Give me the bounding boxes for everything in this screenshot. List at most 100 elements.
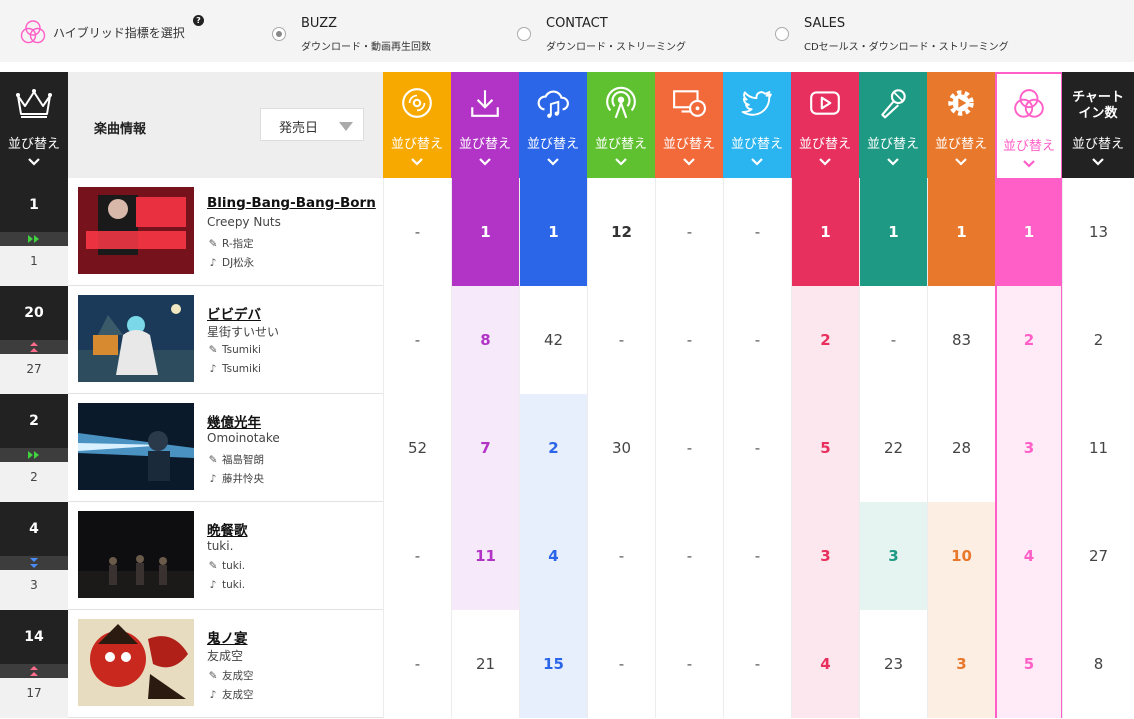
song-title-link[interactable]: 鬼ノ宴 [207,627,248,647]
rank-sort-header[interactable]: 並び替え [0,72,68,178]
radio-contact[interactable] [517,27,531,41]
artist-name: tuki. [207,539,234,553]
music-note-icon: ♪ [209,473,217,485]
chart-in-count-cell: 13 [1062,178,1134,286]
chart-in-count-cell: 11 [1062,394,1134,502]
rank-cell-download: 11 [451,502,519,610]
microphone-icon [859,86,927,122]
rank-cell-radio: 12 [587,178,655,286]
column-header-hybrid[interactable]: 並び替え [995,72,1063,178]
chart-in-count-header[interactable]: チャート イン数 並び替え [1062,72,1134,178]
rank-cell-tv-disc: - [655,610,723,718]
rank-cell-hybrid: 2 [995,286,1063,394]
rank-box: 20 27 [0,286,68,394]
lyricist-credit: ✎ 福島智朗 [207,452,264,467]
option-buzz[interactable]: BUZZ ダウンロード・動画再生回数 [272,14,472,54]
release-date-select[interactable]: 発売日 [260,108,364,141]
column-header-gear-play[interactable]: 並び替え [927,72,995,178]
rank-box: 43 [0,502,68,610]
column-header-play-video[interactable]: 並び替え [791,72,859,178]
previous-rank: 2 [30,470,38,484]
hybrid-selector-bar: ハイブリッド指標を選択 ? BUZZ ダウンロード・動画再生回数 CONTACT… [0,0,1134,62]
rank-cell-play-video: 3 [791,502,859,610]
composer-name: 藤井怜央 [222,473,264,485]
rank-cell-gear-play: 3 [927,610,995,718]
option-contact[interactable]: CONTACT ダウンロード・ストリーミング [517,14,737,54]
chevron-down-icon [1092,158,1104,166]
rank-cell-download: 7 [451,394,519,502]
composer-name: Tsumiki [222,363,261,375]
video-thumbnail[interactable] [78,295,194,382]
song-title-link[interactable]: 晩餐歌 [207,519,248,539]
composer-credit: ♪ DJ松永 [207,255,255,270]
sort-label: 並び替え [390,137,443,152]
lyricist-name: Tsumiki [222,344,261,356]
previous-rank: 17 [26,686,42,700]
rank-cell-radio: 30 [587,394,655,502]
video-thumbnail[interactable] [78,619,194,706]
rank-cell-download: 21 [451,610,519,718]
previous-rank: 1 [30,254,38,268]
rank-cell-download: 1 [451,178,519,286]
song-title-link[interactable]: 幾億光年 [207,411,261,431]
pen-icon: ✎ [208,238,218,250]
hybrid-icon [20,20,46,44]
video-thumbnail[interactable] [78,403,194,490]
dropdown-triangle-icon [339,122,353,131]
rank-cell-gear-play: 1 [927,178,995,286]
chevron-down-icon [683,158,695,166]
song-title-link[interactable]: ビビデバ [207,303,261,323]
help-icon[interactable]: ? [193,15,204,26]
song-title-link[interactable]: Bling-Bang-Bang-Born [207,195,376,211]
artist-name: Omoinotake [207,431,280,445]
column-header-twitter[interactable]: 並び替え [723,72,791,178]
option-title: CONTACT [546,16,608,31]
radio-sales[interactable] [775,27,789,41]
cloud-music-icon [519,86,587,122]
chart-header-row: 並び替え 楽曲情報 発売日 並び替え 並び替え 並び替え 並び替え 並び替え 並び替え 並び… [0,72,1134,178]
column-header-download[interactable]: 並び替え [451,72,519,178]
crown-icon [0,86,68,122]
option-subtitle: ダウンロード・動画再生回数 [301,42,431,53]
option-title: SALES [804,16,846,31]
sort-label: 並び替え [7,137,60,152]
rank-cell-microphone: 3 [859,502,927,610]
lyricist-name: R-指定 [222,238,254,250]
music-note-icon: ♪ [209,363,217,375]
current-rank: 4 [0,502,68,556]
rank-cell-hybrid: 3 [995,394,1063,502]
select-value: 発売日 [279,121,319,136]
column-header-tv-disc[interactable]: 並び替え [655,72,723,178]
play-video-icon [791,86,859,122]
rank-cell-hybrid: 5 [995,610,1063,718]
video-thumbnail[interactable] [78,187,194,274]
rank-cell-tv-disc: - [655,286,723,394]
rank-cell-cloud-music: 2 [519,394,587,502]
trend-stay-icon [0,232,68,246]
previous-rank: 27 [26,362,42,376]
cd-icon [383,86,451,122]
rank-cell-cloud-music: 15 [519,610,587,718]
column-header-microphone[interactable]: 並び替え [859,72,927,178]
option-subtitle: CDセールス・ダウンロード・ストリーミング [804,42,1009,53]
video-thumbnail[interactable] [78,511,194,598]
sort-label: 並び替え [1071,137,1124,152]
rank-cell-play-video: 5 [791,394,859,502]
composer-name: tuki. [222,579,246,591]
column-header-radio[interactable]: 並び替え [587,72,655,178]
radio-buzz[interactable] [272,27,286,41]
rank-cell-radio: - [587,286,655,394]
option-sales[interactable]: SALES CDセールス・ダウンロード・ストリーミング [775,14,1075,54]
rank-cell-gear-play: 83 [927,286,995,394]
trend-stay-icon [0,448,68,462]
chart-in-count-title: チャート イン数 [1062,90,1134,122]
rank-cell-play-video: 4 [791,610,859,718]
column-header-cd[interactable]: 並び替え [383,72,451,178]
composer-credit: ♪ 友成空 [207,687,254,702]
rank-cell-cloud-music: 42 [519,286,587,394]
column-header-cloud-music[interactable]: 並び替え [519,72,587,178]
radio-icon [587,86,655,122]
rank-cell-gear-play: 10 [927,502,995,610]
rank-cell-play-video: 2 [791,286,859,394]
rank-cell-tv-disc: - [655,502,723,610]
